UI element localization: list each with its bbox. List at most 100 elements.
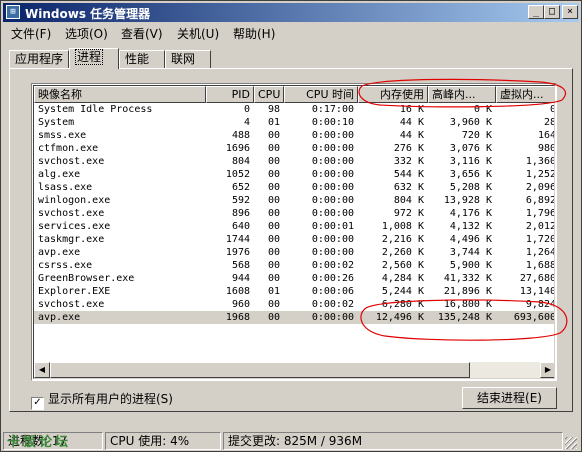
process-row[interactable]: svchost.exe 804 00 0:00:00 332 K 3,116 K 1,360 (34, 155, 554, 168)
cell-pid: 1744 (225, 234, 250, 245)
minimize-button[interactable]: _ (528, 5, 544, 19)
cell-image-name: avp.exe (38, 312, 81, 323)
cell-cpu: 00 (267, 234, 280, 245)
process-row[interactable]: System Idle Process 0 98 0:17:00 16 K 0 K 0 (34, 103, 554, 116)
cell-mem-usage: 2,260 K (381, 247, 424, 258)
cell-virtual-mem: 980 (537, 143, 555, 154)
cell-cpu-time: 0:00:00 (311, 169, 354, 180)
task-manager-window: ⊞ Windows 任务管理器 _ □ × 文件(F) 选项(O) 查看(V) … (0, 0, 582, 452)
cell-pid: 0 (243, 104, 250, 115)
process-row[interactable]: avp.exe 1976 00 0:00:00 2,260 K 3,744 K 1,264 (34, 246, 554, 259)
cell-mem-usage: 544 K (393, 169, 424, 180)
scroll-right-arrow-icon[interactable]: ▶ (540, 362, 554, 378)
process-row[interactable]: GreenBrowser.exe 944 00 0:00:26 4,284 K 41,33… (34, 272, 554, 285)
cell-mem-usage: 332 K (393, 156, 424, 167)
column-pid[interactable]: PID (206, 86, 254, 103)
cell-peak-mem: 16,800 K (443, 299, 492, 310)
cell-cpu-time: 0:00:01 (311, 221, 354, 232)
column-cpu[interactable]: CPU (254, 86, 284, 103)
menu-help[interactable]: 帮助(H) (233, 25, 275, 42)
cell-pid: 568 (231, 260, 250, 271)
column-image-name[interactable]: 映像名称 (34, 86, 206, 103)
cell-cpu-time: 0:00:00 (311, 234, 354, 245)
end-process-button[interactable]: 结束进程(E) (462, 387, 557, 409)
column-cpu-time[interactable]: CPU 时间 (284, 86, 358, 103)
resize-grip-icon[interactable] (565, 437, 577, 449)
cell-image-name: svchost.exe (38, 299, 105, 310)
cell-cpu-time: 0:00:06 (311, 286, 354, 297)
cell-peak-mem: 135,248 K (437, 312, 492, 323)
cell-cpu: 01 (267, 117, 280, 128)
cell-image-name: smss.exe (38, 130, 87, 141)
process-row[interactable]: services.exe 640 00 0:00:01 1,008 K 4,132 K 2,… (34, 220, 554, 233)
menu-shutdown[interactable]: 关机(U) (177, 25, 219, 42)
process-row[interactable]: Explorer.EXE 1608 01 0:00:06 5,244 K 21,896 K… (34, 285, 554, 298)
menu-file[interactable]: 文件(F) (11, 25, 51, 42)
cell-pid: 640 (231, 221, 250, 232)
process-rows: System Idle Process0980:17:0016 K0 K0Sys… (34, 103, 555, 324)
cell-pid: 652 (231, 182, 250, 193)
tab-applications[interactable]: 应用程序 (9, 50, 69, 68)
show-all-users-checkbox[interactable]: ✓ (31, 397, 44, 410)
column-mem-usage[interactable]: 内存使用 (358, 86, 428, 103)
cell-mem-usage: 12,496 K (375, 312, 424, 323)
cell-virtual-mem: 1,720 (525, 234, 555, 245)
cell-virtual-mem: 164 (537, 130, 555, 141)
column-virtual-mem[interactable]: 虚拟内... (496, 86, 554, 103)
cell-peak-mem: 3,076 K (449, 143, 492, 154)
cell-cpu: 00 (267, 130, 280, 141)
cell-peak-mem: 5,900 K (449, 260, 492, 271)
cell-image-name: csrss.exe (38, 260, 93, 271)
cell-cpu: 00 (267, 299, 280, 310)
cell-peak-mem: 4,176 K (449, 208, 492, 219)
cell-cpu-time: 0:00:26 (311, 273, 354, 284)
cell-mem-usage: 2,216 K (381, 234, 424, 245)
cell-mem-usage: 44 K (399, 117, 424, 128)
cell-peak-mem: 0 K (473, 104, 492, 115)
cell-peak-mem: 21,896 K (443, 286, 492, 297)
tab-performance[interactable]: 性能 (119, 50, 165, 68)
cell-mem-usage: 44 K (399, 130, 424, 141)
cell-image-name: alg.exe (38, 169, 81, 180)
cell-cpu-time: 0:00:10 (311, 117, 354, 128)
cell-virtual-mem: 1,688 (525, 260, 555, 271)
cell-peak-mem: 4,496 K (449, 234, 492, 245)
process-row[interactable]: taskmgr.exe 1744 00 0:00:00 2,216 K 4,496 K 1,… (34, 233, 555, 246)
cell-cpu: 00 (267, 143, 280, 154)
scroll-left-arrow-icon[interactable]: ◀ (34, 362, 50, 378)
horizontal-scrollbar[interactable]: ◀ ▶ (34, 362, 554, 378)
close-button[interactable]: × (562, 5, 578, 19)
process-row[interactable]: avp.exe 1968 00 0:00:00 12,496 K 135,248 K 693… (34, 311, 554, 324)
cell-image-name: System (38, 117, 75, 128)
process-row[interactable]: winlogon.exe 592 00 0:00:00 804 K 13,928 K 6,8… (34, 194, 554, 207)
process-row[interactable]: svchost.exe 896 00 0:00:00 972 K 4,176 K 1,796 (34, 207, 554, 220)
cell-cpu: 00 (267, 169, 280, 180)
tab-processes[interactable]: 进程 (69, 48, 119, 69)
menu-view[interactable]: 查看(V) (121, 25, 163, 42)
process-row[interactable]: smss.exe 488 00 0:00:00 44 K 720 K 164 (34, 129, 555, 142)
show-all-users-label: 显示所有用户的进程(S) (48, 392, 173, 406)
process-list[interactable]: 映像名称 PID CPU CPU 时间 内存使用 高峰内... 虚拟内... S… (31, 83, 557, 381)
process-row[interactable]: alg.exe 1052 00 0:00:00 544 K 3,656 K 1,252 (34, 168, 554, 181)
cell-cpu: 00 (267, 221, 280, 232)
column-peak-mem[interactable]: 高峰内... (428, 86, 496, 103)
process-row[interactable]: csrss.exe 568 00 0:00:02 2,560 K 5,900 K 1,688 (34, 259, 555, 272)
scroll-thumb[interactable] (50, 362, 470, 378)
tab-networking[interactable]: 联网 (165, 50, 211, 68)
maximize-button[interactable]: □ (544, 5, 560, 19)
process-row[interactable]: svchost.exe 960 00 0:00:02 6,280 K 16,800 K 9,… (34, 298, 555, 311)
cell-pid: 804 (231, 156, 250, 167)
cell-image-name: winlogon.exe (38, 195, 111, 206)
title-bar[interactable]: ⊞ Windows 任务管理器 _ □ × (3, 3, 579, 22)
cell-virtual-mem: 9,824 (525, 299, 555, 310)
process-row[interactable]: lsass.exe 652 00 0:00:00 632 K 5,208 K 2,096 (34, 181, 554, 194)
cell-peak-mem: 3,656 K (449, 169, 492, 180)
process-row[interactable]: System 4 01 0:00:10 44 K 3,960 K 28 (34, 116, 554, 129)
menu-options[interactable]: 选项(O) (65, 25, 108, 42)
cell-mem-usage: 276 K (393, 143, 424, 154)
cell-cpu-time: 0:00:00 (311, 130, 354, 141)
show-all-users-option[interactable]: ✓ 显示所有用户的进程(S) (31, 390, 173, 410)
cell-cpu: 00 (267, 195, 280, 206)
process-row[interactable]: ctfmon.exe 1696 00 0:00:00 276 K 3,076 K 980 (34, 142, 555, 155)
cell-pid: 4 (243, 117, 250, 128)
